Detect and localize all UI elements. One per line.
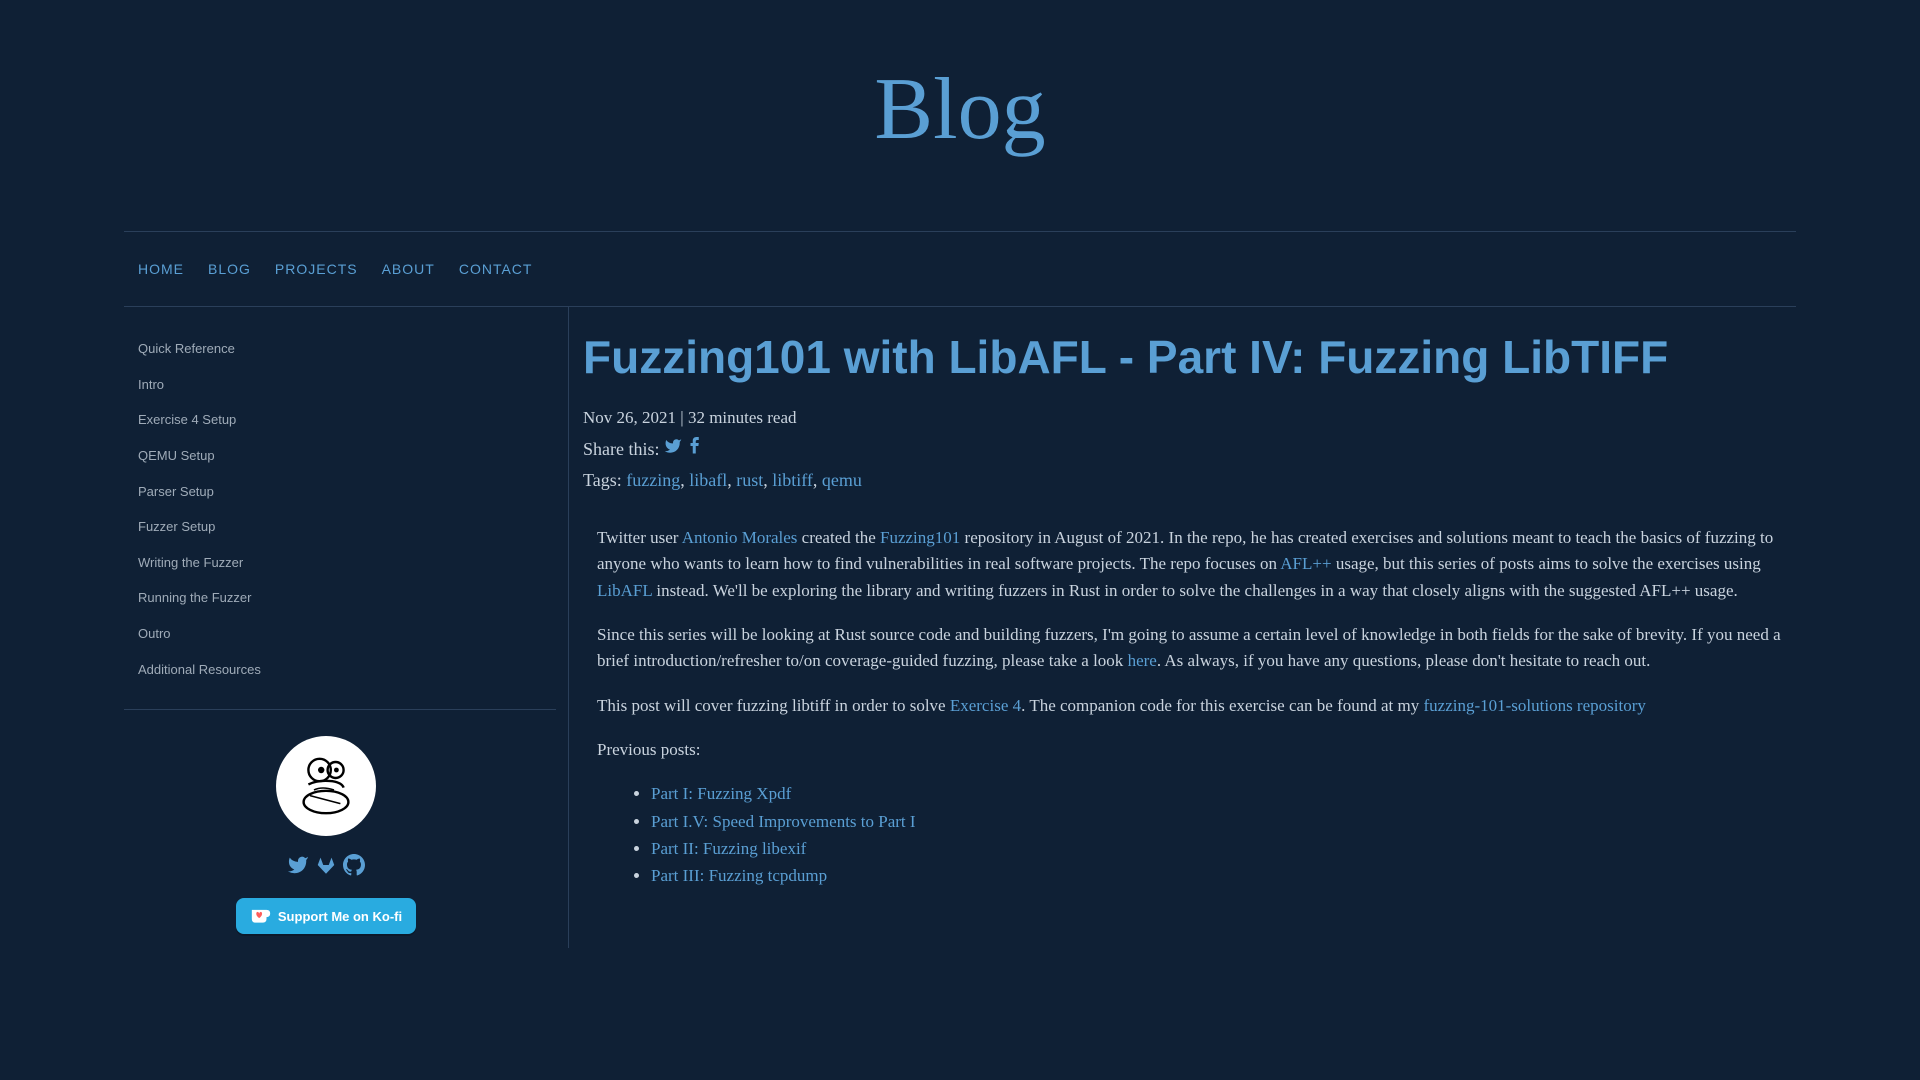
sidebar: Quick Reference Intro Exercise 4 Setup Q… [124,307,569,947]
toc-item-additional-resources[interactable]: Additional Resources [138,662,261,677]
post-date: Nov 26, 2021 [583,408,676,427]
paragraph-2: Since this series will be looking at Rus… [597,622,1784,675]
list-item: Part I.V: Speed Improvements to Part I [651,809,1784,835]
link-fuzzing101[interactable]: Fuzzing101 [880,528,960,547]
list-item: Part I: Fuzzing Xpdf [651,781,1784,807]
nav-blog[interactable]: BLOG [208,258,251,280]
avatar-image [286,746,366,826]
facebook-icon [686,437,704,455]
nav-home[interactable]: HOME [138,258,184,280]
link-exercise-4[interactable]: Exercise 4 [950,696,1021,715]
toc-item-writing-fuzzer[interactable]: Writing the Fuzzer [138,555,243,570]
link-libafl[interactable]: LibAFL [597,581,652,600]
nav-contact[interactable]: CONTACT [459,258,533,280]
tag-fuzzing[interactable]: fuzzing [626,470,680,490]
tag-libafl[interactable]: libafl [689,470,727,490]
previous-posts-label: Previous posts: [597,737,1784,763]
toc-item-running-fuzzer[interactable]: Running the Fuzzer [138,590,251,605]
twitter-icon [664,437,682,455]
paragraph-3: This post will cover fuzzing libtiff in … [597,693,1784,719]
link-part-3[interactable]: Part III: Fuzzing tcpdump [651,866,827,885]
share-twitter[interactable] [664,435,682,464]
twitter-link[interactable] [287,854,309,876]
toc-item-intro[interactable]: Intro [138,377,164,392]
link-antonio-morales[interactable]: Antonio Morales [682,528,798,547]
link-here[interactable]: here [1128,651,1157,670]
toc-item-parser-setup[interactable]: Parser Setup [138,484,214,499]
link-solutions-repo[interactable]: fuzzing-101-solutions repository [1423,696,1645,715]
share-line: Share this: [583,435,1784,464]
kofi-label: Support Me on Ko-fi [278,909,402,924]
kofi-cup-icon [250,908,272,924]
previous-posts-list: Part I: Fuzzing Xpdf Part I.V: Speed Imp… [597,781,1784,889]
table-of-contents: Quick Reference Intro Exercise 4 Setup Q… [124,331,568,687]
toc-item-exercise-setup[interactable]: Exercise 4 Setup [138,412,236,427]
link-part-1v[interactable]: Part I.V: Speed Improvements to Part I [651,812,916,831]
toc-item-quick-reference[interactable]: Quick Reference [138,341,235,356]
main-nav: HOME BLOG PROJECTS ABOUT CONTACT [124,232,1796,306]
post-read-time: 32 minutes read [688,408,797,427]
tag-qemu[interactable]: qemu [822,470,862,490]
tags-label: Tags: [583,470,622,490]
main-content: Fuzzing101 with LibAFL - Part IV: Fuzzin… [569,307,1796,947]
paragraph-1: Twitter user Antonio Morales created the… [597,525,1784,604]
gitlab-link[interactable] [315,854,337,876]
twitter-icon [287,854,309,876]
toc-item-qemu-setup[interactable]: QEMU Setup [138,448,215,463]
post-body: Twitter user Antonio Morales created the… [583,525,1784,890]
github-link[interactable] [343,854,365,876]
page-title: Blog [0,0,1920,231]
github-icon [343,854,365,876]
social-icons [124,854,528,876]
tag-rust[interactable]: rust [736,470,763,490]
author-section: Support Me on Ko-fi [124,710,568,934]
nav-projects[interactable]: PROJECTS [275,258,358,280]
list-item: Part II: Fuzzing libexif [651,836,1784,862]
link-part-2[interactable]: Part II: Fuzzing libexif [651,839,806,858]
toc-item-outro[interactable]: Outro [138,626,171,641]
tag-libtiff[interactable]: libtiff [772,470,813,490]
nav-about[interactable]: ABOUT [382,258,435,280]
share-facebook[interactable] [686,435,704,464]
share-label: Share this: [583,435,660,464]
tags-line: Tags: fuzzing, libafl, rust, libtiff, qe… [583,466,1784,495]
avatar [276,736,376,836]
post-meta: Nov 26, 2021 | 32 minutes read [583,404,1784,431]
gitlab-icon [315,854,337,876]
kofi-button[interactable]: Support Me on Ko-fi [236,898,416,934]
toc-item-fuzzer-setup[interactable]: Fuzzer Setup [138,519,215,534]
list-item: Part III: Fuzzing tcpdump [651,863,1784,889]
link-aflpp[interactable]: AFL++ [1280,554,1331,573]
link-part-1[interactable]: Part I: Fuzzing Xpdf [651,784,791,803]
post-title: Fuzzing101 with LibAFL - Part IV: Fuzzin… [583,331,1784,384]
